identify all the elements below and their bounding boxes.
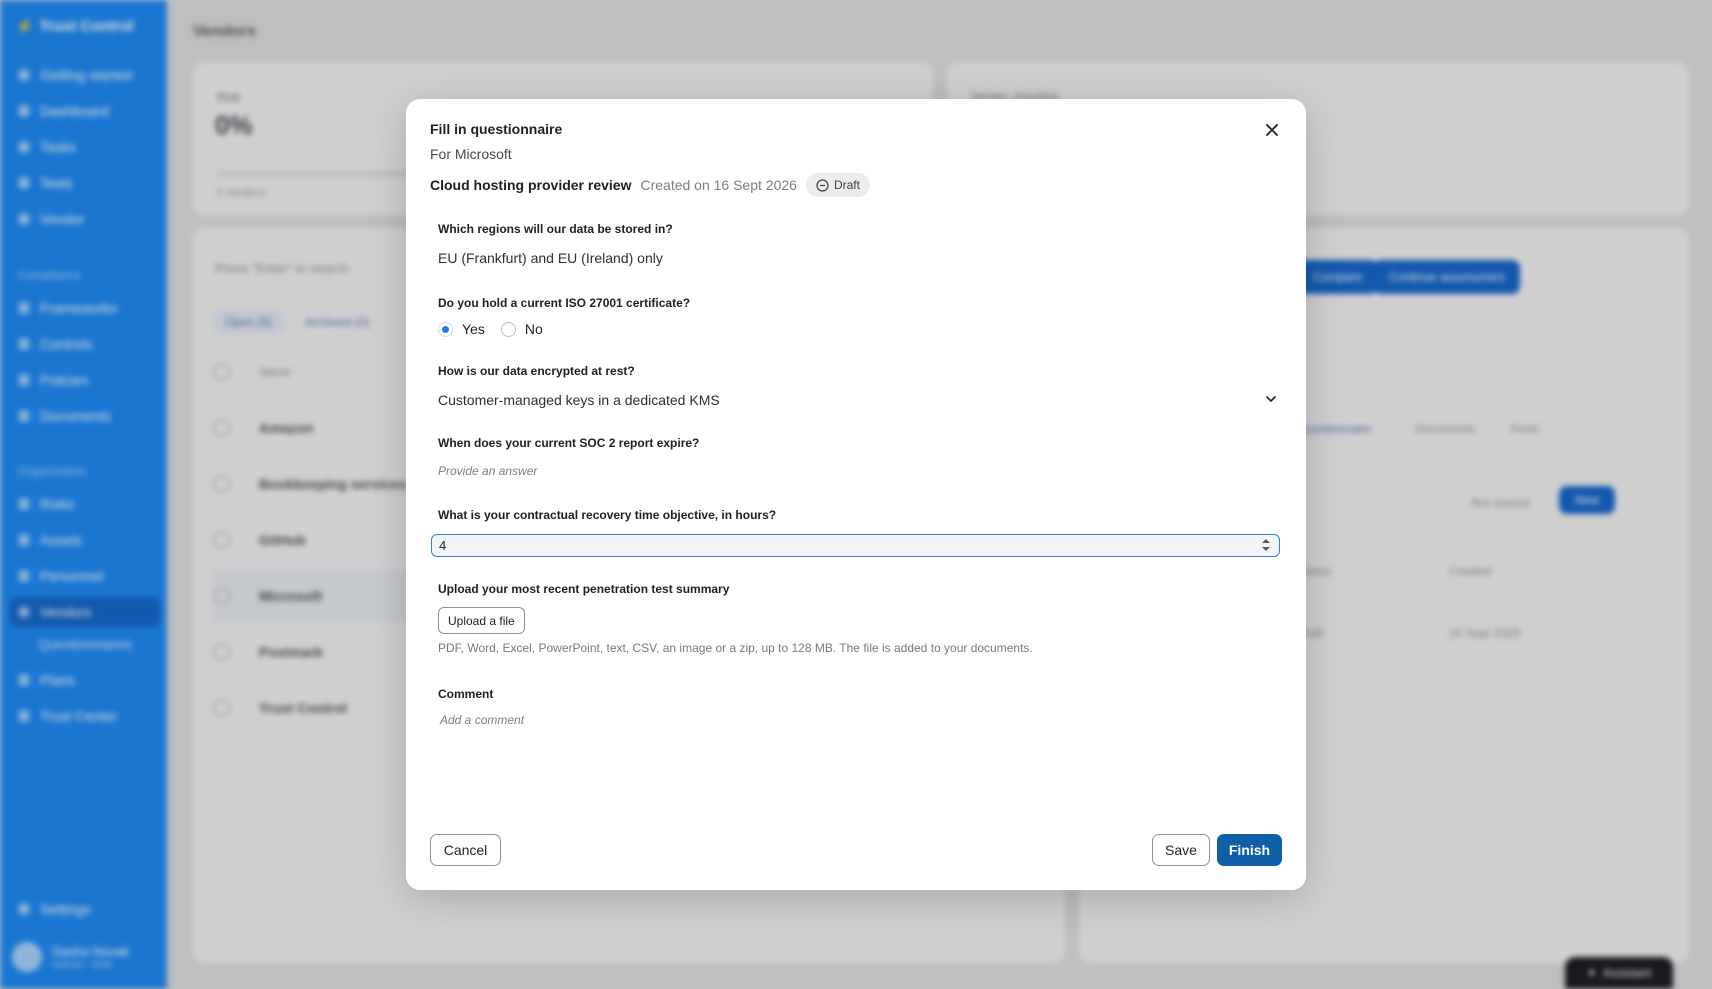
chevron-down-icon xyxy=(1266,396,1276,402)
question-pentest-label: Upload your most recent penetration test… xyxy=(438,582,730,596)
draft-status-icon xyxy=(816,178,829,192)
fill-questionnaire-dialog: Fill in questionnaire For Microsoft Clou… xyxy=(406,99,1306,890)
iso-radio-group: Yes No xyxy=(438,319,559,339)
questionnaire-meta: Cloud hosting provider review Created on… xyxy=(430,173,870,197)
save-button[interactable]: Save xyxy=(1152,834,1210,866)
status-badge: Draft xyxy=(805,173,870,197)
rto-number-input[interactable]: 4 xyxy=(431,534,1280,557)
upload-help-text: PDF, Word, Excel, PowerPoint, text, CSV,… xyxy=(438,641,1033,655)
question-soc2-label: When does your current SOC 2 report expi… xyxy=(438,436,700,450)
radio-yes[interactable]: Yes xyxy=(438,321,485,337)
dialog-title: Fill in questionnaire xyxy=(430,121,563,137)
radio-no[interactable]: No xyxy=(500,321,543,337)
soc2-answer-input[interactable]: Provide an answer xyxy=(438,464,537,478)
upload-file-button[interactable]: Upload a file xyxy=(438,607,525,634)
radio-unchecked-icon xyxy=(500,321,516,337)
close-icon xyxy=(1266,124,1278,136)
questionnaire-name: Cloud hosting provider review xyxy=(430,177,632,193)
answer-regions[interactable]: EU (Frankfurt) and EU (Ireland) only xyxy=(438,250,663,266)
close-button[interactable] xyxy=(1260,118,1284,142)
question-rto-label: What is your contractual recovery time o… xyxy=(438,508,777,522)
created-date: Created on 16 Sept 2026 xyxy=(640,177,797,193)
finish-button[interactable]: Finish xyxy=(1217,834,1282,866)
question-regions-label: Which regions will our data be stored in… xyxy=(438,222,673,236)
dialog-subtitle: For Microsoft xyxy=(430,146,512,162)
question-encryption-label: How is our data encrypted at rest? xyxy=(438,364,635,378)
radio-checked-icon xyxy=(438,321,453,337)
comment-textarea[interactable]: Add a comment xyxy=(440,713,524,727)
question-iso-label: Do you hold a current ISO 27001 certific… xyxy=(438,296,691,310)
encryption-select[interactable]: Customer-managed keys in a dedicated KMS xyxy=(430,387,1284,413)
comment-label: Comment xyxy=(438,687,494,701)
cancel-button[interactable]: Cancel xyxy=(430,834,501,866)
number-stepper-icon[interactable] xyxy=(1261,537,1271,553)
